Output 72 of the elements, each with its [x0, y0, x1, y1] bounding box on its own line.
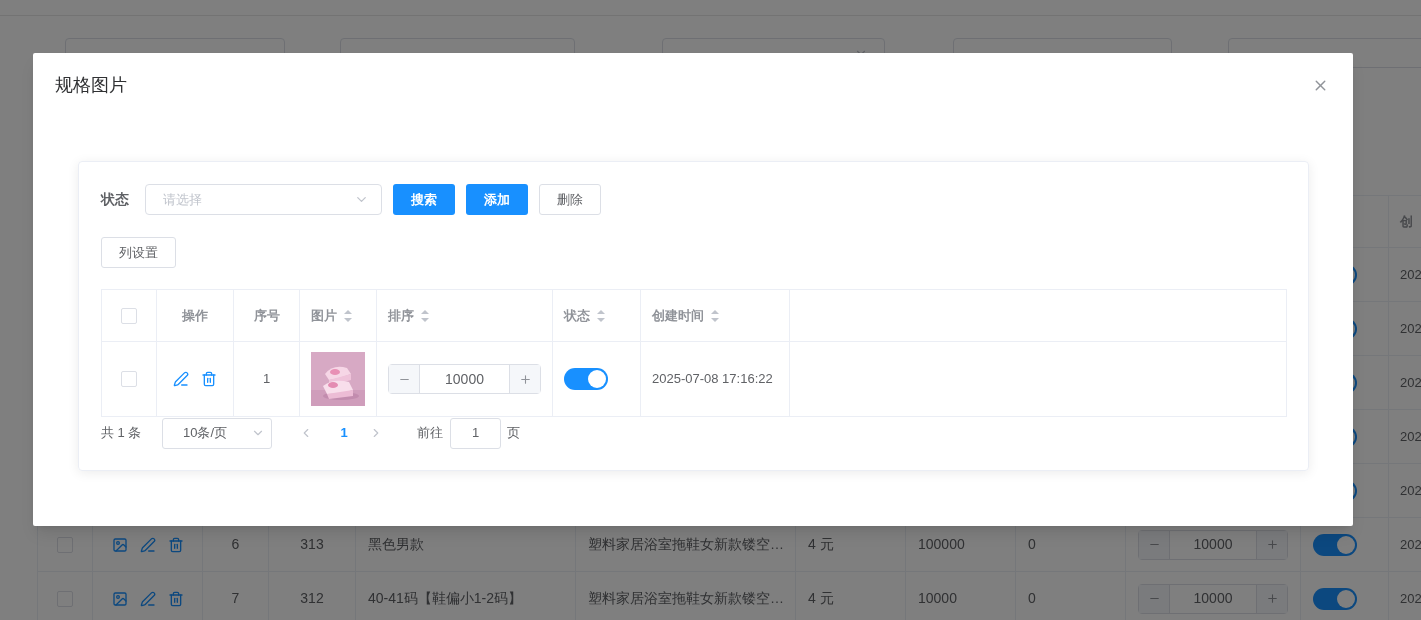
stepper-value[interactable]: 10000	[1170, 530, 1256, 559]
plus-icon[interactable]	[1256, 530, 1287, 559]
plus-icon[interactable]	[509, 365, 540, 393]
column-settings-button[interactable]: 列设置	[101, 237, 176, 268]
goto-label: 前往	[417, 424, 443, 443]
dialog-title: 规格图片	[55, 73, 127, 97]
table-cell-text: 2025-07-08 17:16:22	[652, 370, 773, 389]
stepper-value[interactable]: 10000	[420, 365, 509, 393]
select-placeholder: 请选择	[163, 190, 202, 209]
stepper-value[interactable]: 10000	[1170, 584, 1256, 613]
table-cell-text: 202	[1400, 265, 1421, 284]
table-cell-text: 塑料家居浴室拖鞋女新款镂空…	[588, 535, 784, 554]
sort-icon[interactable]	[343, 308, 353, 323]
image-icon[interactable]	[111, 536, 128, 553]
page-number[interactable]: 1	[329, 423, 359, 443]
table-cell-text: 202	[1400, 319, 1421, 338]
sort-icon[interactable]	[420, 308, 430, 323]
checkbox[interactable]	[121, 307, 137, 324]
sort-icon[interactable]	[710, 308, 720, 323]
table-cell-text: 黑色男款	[368, 535, 424, 554]
table-cell-text: 100000	[918, 535, 965, 554]
total-count: 共 1 条	[101, 424, 143, 443]
number-stepper[interactable]: 10000	[388, 364, 541, 394]
minus-icon[interactable]	[1139, 584, 1170, 613]
table-cell-text: 0	[1028, 589, 1036, 608]
table-cell-text: 202	[1400, 481, 1421, 500]
image-icon[interactable]	[111, 590, 128, 607]
toggle-switch[interactable]	[1313, 587, 1357, 610]
table-cell-text: 4 元	[808, 535, 834, 554]
column-header: 序号	[253, 306, 280, 325]
column-header: 排序	[388, 306, 414, 325]
minus-icon[interactable]	[389, 365, 420, 393]
delete-icon[interactable]	[201, 371, 217, 387]
page-input[interactable]: 1	[450, 417, 501, 449]
table-cell-text: 10000	[918, 589, 957, 608]
plus-icon[interactable]	[1256, 584, 1287, 613]
column-header: 状态	[564, 306, 590, 325]
primary-button[interactable]: 搜索	[393, 184, 455, 215]
table-cell-text: 1	[262, 370, 271, 389]
toggle-switch[interactable]	[564, 368, 608, 390]
number-stepper[interactable]: 10000	[1138, 583, 1288, 614]
primary-button[interactable]: 添加	[466, 184, 528, 215]
toggle-switch[interactable]	[1313, 533, 1357, 556]
column-header: 图片	[311, 306, 337, 325]
delete-icon[interactable]	[167, 536, 184, 553]
table-cell-text: 202	[1400, 373, 1421, 392]
table-cell-text: 0	[1028, 535, 1036, 554]
goto-suffix: 页	[507, 424, 520, 443]
table-cell-text: 202	[1400, 427, 1421, 446]
table-cell-text: 6	[231, 535, 240, 554]
table-cell-text: 7	[231, 589, 240, 608]
edit-icon[interactable]	[173, 371, 189, 387]
page-size-select[interactable]: 10条/页	[162, 417, 272, 449]
checkbox[interactable]	[121, 371, 137, 387]
edit-icon[interactable]	[139, 536, 156, 553]
table-cell-text: 40-41码【鞋偏小1-2码】	[368, 589, 523, 608]
table-cell-text: 202	[1400, 589, 1421, 608]
table-cell-text: 202	[1400, 535, 1421, 554]
delete-icon[interactable]	[167, 590, 184, 607]
plain-button[interactable]: 删除	[539, 184, 601, 215]
edit-icon[interactable]	[139, 590, 156, 607]
table-cell-text: 塑料家居浴室拖鞋女新款镂空…	[588, 589, 784, 608]
number-stepper[interactable]: 10000	[1138, 529, 1288, 560]
sort-icon[interactable]	[596, 308, 606, 323]
column-header: 创建时间	[652, 306, 704, 325]
select-field[interactable]: 请选择	[145, 184, 382, 215]
table-cell-text: 4 元	[808, 589, 834, 608]
column-header: 操作	[182, 306, 208, 325]
filter-label: 状态	[101, 190, 130, 209]
table-cell-text: 313	[300, 535, 324, 554]
minus-icon[interactable]	[1139, 530, 1170, 559]
table-cell-text: 312	[300, 589, 324, 608]
